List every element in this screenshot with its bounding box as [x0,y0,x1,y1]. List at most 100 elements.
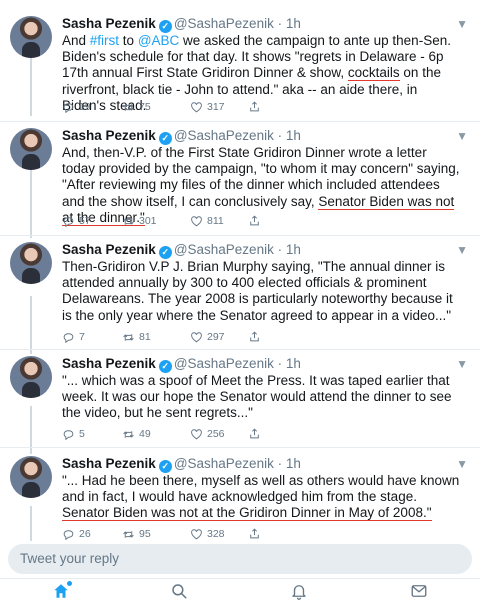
author-handle[interactable]: @SashaPezenik [174,242,274,257]
share-icon [248,100,261,113]
tweet-thread: Sasha Pezenik ✓ @SashaPezenik · 1h ▼ And #… [0,0,480,541]
author-name[interactable]: Sasha Pezenik [62,356,156,371]
author-name[interactable]: Sasha Pezenik [62,242,156,257]
tweet[interactable]: Sasha Pezenik ✓ @SashaPezenik · 1h ▼ "... … [0,456,480,540]
tweet[interactable]: Sasha Pezenik ✓ @SashaPezenik · 1h ▼ And, … [0,128,480,228]
tweet-text: "... which was a spoof of Meet the Press… [62,373,452,421]
search-icon [172,584,187,599]
highlighted-text: Senator Biden was not at the Gridiron Di… [62,505,432,522]
tweet-menu-chevron-icon[interactable]: ▼ [456,456,468,472]
reply-button[interactable]: 7 [62,330,85,344]
author-handle[interactable]: @SashaPezenik [174,16,274,31]
timestamp[interactable]: · 1h [278,16,301,31]
retweet-button[interactable]: 81 [122,330,151,344]
avatar[interactable] [10,16,52,58]
tweet[interactable]: Sasha Pezenik ✓ @SashaPezenik · 1h ▼ "... … [0,356,480,440]
like-icon [190,331,203,344]
like-button[interactable]: 317 [190,100,225,114]
verified-badge-icon: ✓ [158,360,172,373]
share-button[interactable] [248,330,261,343]
share-button[interactable] [248,427,261,440]
avatar[interactable] [10,242,52,284]
share-button[interactable] [248,100,261,113]
reply-icon [62,215,75,228]
like-button[interactable]: 256 [190,427,225,441]
tweet-header: Sasha Pezenik ✓ @SashaPezenik · 1h [62,128,301,145]
like-count: 256 [207,428,225,440]
divider [0,235,480,236]
tab-home[interactable] [52,581,72,600]
share-button[interactable] [248,527,261,540]
reply-button[interactable]: 19 [62,100,91,114]
reply-button[interactable]: 57 [62,214,91,228]
like-count: 328 [207,528,225,540]
like-count: 811 [207,215,224,227]
author-name[interactable]: Sasha Pezenik [62,456,156,471]
tab-search[interactable] [170,582,188,600]
tab-notifications[interactable] [290,582,308,600]
reply-button[interactable]: 26 [62,527,91,541]
share-icon [248,214,261,227]
tweet-actions: 19 75 317 [62,100,302,114]
like-icon [190,101,203,114]
reply-button[interactable]: 5 [62,427,85,441]
new-content-dot [67,581,72,586]
tweet[interactable]: Sasha Pezenik ✓ @SashaPezenik · 1h ▼ Then-… [0,242,480,344]
retweet-count: 301 [139,215,157,227]
author-handle[interactable]: @SashaPezenik [174,456,274,471]
like-count: 297 [207,331,225,343]
tweet-menu-chevron-icon[interactable]: ▼ [456,356,468,372]
reply-icon [62,428,75,441]
tweet-actions: 26 95 328 [62,527,302,541]
mention-link[interactable]: @ABC [138,33,179,48]
retweet-button[interactable]: 301 [122,214,157,228]
retweet-count: 49 [139,428,151,440]
tweet-actions: 57 301 811 [62,214,302,228]
timestamp[interactable]: · 1h [278,356,301,371]
author-handle[interactable]: @SashaPezenik [174,356,274,371]
reply-input[interactable]: Tweet your reply [8,544,472,574]
timestamp[interactable]: · 1h [278,242,301,257]
retweet-button[interactable]: 75 [122,100,151,114]
reply-icon [62,528,75,541]
share-button[interactable] [248,214,261,227]
tweet[interactable]: Sasha Pezenik ✓ @SashaPezenik · 1h ▼ And #… [0,16,480,116]
retweet-icon [122,428,135,441]
author-handle[interactable]: @SashaPezenik [174,128,274,143]
avatar[interactable] [10,456,52,498]
author-name[interactable]: Sasha Pezenik [62,128,156,143]
hashtag-link[interactable]: #first [90,33,119,48]
retweet-button[interactable]: 95 [122,527,151,541]
tweet-menu-chevron-icon[interactable]: ▼ [456,16,468,32]
reply-count: 57 [79,215,91,227]
like-icon [190,528,203,541]
like-button[interactable]: 811 [190,214,224,228]
retweet-button[interactable]: 49 [122,427,151,441]
bottom-tab-bar [0,578,480,600]
author-name[interactable]: Sasha Pezenik [62,16,156,31]
tweet-text: "... Had he been there, myself as well a… [62,473,460,522]
divider [0,349,480,350]
like-icon [190,215,203,228]
tweet-header: Sasha Pezenik ✓ @SashaPezenik · 1h [62,456,301,473]
like-button[interactable]: 297 [190,330,225,344]
avatar[interactable] [10,356,52,398]
like-button[interactable]: 328 [190,527,225,541]
timestamp[interactable]: · 1h [278,128,301,143]
tweet-actions: 5 49 256 [62,427,302,441]
like-icon [190,428,203,441]
retweet-count: 81 [139,331,151,343]
reply-count: 7 [79,331,85,343]
tab-messages[interactable] [410,582,428,600]
tweet-header: Sasha Pezenik ✓ @SashaPezenik · 1h [62,356,301,373]
tweet-text: Then-Gridiron V.P J. Brian Murphy saying… [62,259,453,323]
reply-placeholder: Tweet your reply [20,551,120,566]
tweet-menu-chevron-icon[interactable]: ▼ [456,242,468,258]
verified-badge-icon: ✓ [158,20,172,33]
tweet-menu-chevron-icon[interactable]: ▼ [456,128,468,144]
notifications-icon [292,585,306,600]
share-icon [248,330,261,343]
timestamp[interactable]: · 1h [278,456,301,471]
avatar[interactable] [10,128,52,170]
divider [0,121,480,122]
